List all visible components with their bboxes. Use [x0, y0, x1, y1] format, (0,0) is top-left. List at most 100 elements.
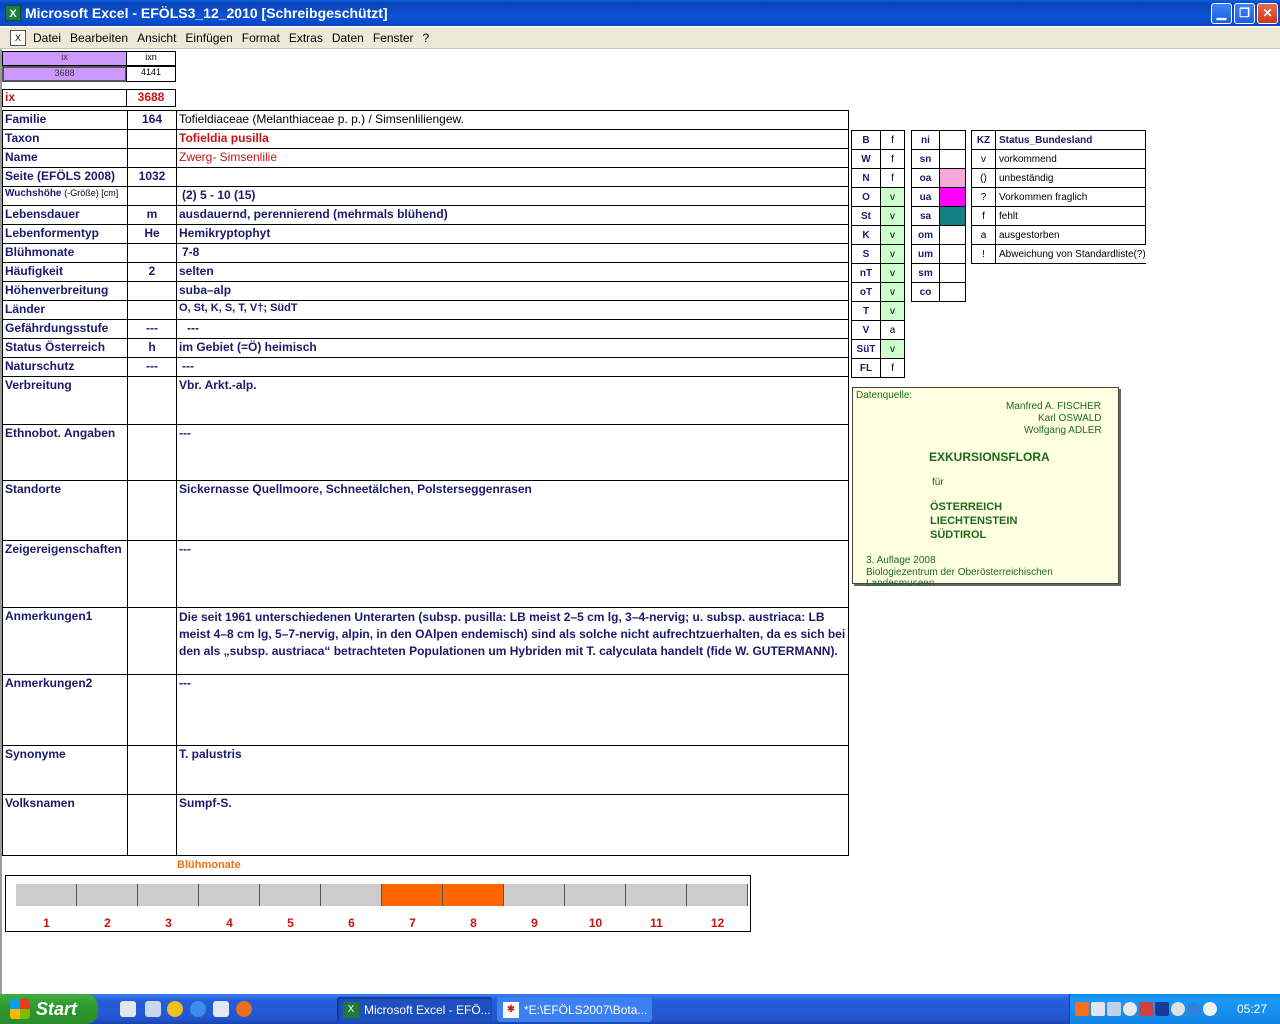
row-number[interactable]: m [127, 205, 177, 225]
altitude-swatch[interactable] [939, 130, 966, 150]
clock[interactable]: 05:27 [1237, 1002, 1267, 1016]
row-label[interactable]: Zeigereigenschaften [2, 540, 128, 608]
bundesland-code[interactable]: T [851, 301, 881, 321]
row-value[interactable]: Sickernasse Quellmoore, Schneetälchen, P… [176, 480, 849, 541]
altitude-swatch[interactable] [939, 149, 966, 169]
bundesland-code[interactable]: nT [851, 263, 881, 283]
bundesland-code[interactable]: St [851, 206, 881, 226]
ix-big-cell[interactable]: 3688 [126, 89, 176, 107]
row-value[interactable] [176, 167, 849, 187]
legend-desc[interactable]: unbeständig [994, 168, 1147, 188]
row-label[interactable]: Häufigkeit [2, 262, 128, 282]
minimize-button[interactable]: ▁ [1211, 3, 1232, 24]
row-label[interactable]: Volksnamen [2, 794, 128, 856]
bundesland-status[interactable]: f [880, 168, 905, 188]
row-label[interactable]: Status Österreich [2, 338, 128, 358]
row-number[interactable] [127, 674, 177, 746]
row-number[interactable]: --- [127, 357, 177, 377]
workbook-icon[interactable]: X [10, 29, 26, 46]
row-value[interactable]: --- [176, 540, 849, 608]
altitude-code[interactable]: sa [911, 206, 940, 226]
row-value[interactable]: Tofieldia pusilla [176, 129, 849, 149]
menu-format[interactable]: Format [242, 31, 280, 45]
bundesland-status[interactable]: v [880, 206, 905, 226]
ixn-value-cell[interactable]: 4141 [126, 66, 176, 82]
row-number[interactable]: 2 [127, 262, 177, 282]
row-value[interactable]: Sumpf-S. [176, 794, 849, 856]
row-number[interactable] [127, 480, 177, 541]
row-label[interactable]: Synonyme [2, 745, 128, 795]
altitude-swatch[interactable] [939, 263, 966, 283]
row-label[interactable]: Naturschutz [2, 357, 128, 377]
bundesland-code[interactable]: K [851, 225, 881, 245]
legend-desc[interactable]: ausgestorben [994, 225, 1147, 245]
bundesland-status[interactable]: f [880, 358, 905, 378]
altitude-code[interactable]: ua [911, 187, 940, 207]
bundesland-status[interactable]: v [880, 301, 905, 321]
altitude-swatch[interactable] [939, 206, 966, 226]
restore-button[interactable]: ❐ [1234, 3, 1255, 24]
bundesland-code[interactable]: SüT [851, 339, 881, 359]
bloom-chart[interactable]: 1 2 3 4 5 6 7 8 9 10 11 12 [5, 875, 751, 932]
altitude-code[interactable]: co [911, 282, 940, 302]
menu-daten[interactable]: Daten [332, 31, 364, 45]
bundesland-status[interactable]: v [880, 225, 905, 245]
menu-datei[interactable]: Datei [33, 31, 61, 45]
bundesland-code[interactable]: B [851, 130, 881, 150]
tray-security-icon[interactable] [1139, 1002, 1153, 1016]
row-number[interactable]: 1032 [127, 167, 177, 187]
row-label[interactable]: Lebensdauer [2, 205, 128, 225]
row-value[interactable]: --- [176, 674, 849, 746]
row-number[interactable] [127, 745, 177, 795]
legend-desc[interactable]: fehlt [994, 206, 1147, 226]
row-label[interactable]: Name [2, 148, 128, 168]
altitude-swatch[interactable] [939, 168, 966, 188]
bundesland-status[interactable]: v [880, 263, 905, 283]
row-label[interactable]: Höhenverbreitung [2, 281, 128, 301]
legend-desc[interactable]: vorkommend [994, 149, 1147, 169]
row-label[interactable]: Taxon [2, 129, 128, 149]
bundesland-status[interactable]: f [880, 149, 905, 169]
tray-assistant-icon[interactable] [1203, 1002, 1217, 1016]
bundesland-code[interactable]: oT [851, 282, 881, 302]
menu-extras[interactable]: Extras [289, 31, 323, 45]
row-number[interactable] [127, 607, 177, 675]
altitude-code[interactable]: sm [911, 263, 940, 283]
row-number[interactable] [127, 540, 177, 608]
row-value[interactable]: Die seit 1961 unterschiedenen Unterarten… [176, 607, 849, 675]
row-label[interactable]: Wuchshöhe (-Größe) [cm] [2, 186, 128, 206]
bundesland-code[interactable]: W [851, 149, 881, 169]
row-value[interactable]: --- [176, 319, 849, 339]
media-player-icon[interactable] [167, 1001, 183, 1017]
row-label[interactable]: Lebenformentyp [2, 224, 128, 244]
legend-kz[interactable]: f [971, 206, 996, 226]
row-value[interactable]: Tofieldiaceae (Melanthiaceae p. p.) / Si… [176, 110, 849, 130]
row-number[interactable] [127, 376, 177, 425]
row-label[interactable]: Seite (EFÖLS 2008) [2, 167, 128, 187]
row-value[interactable]: Zwerg- Simsenlilie [176, 148, 849, 168]
row-value[interactable]: selten [176, 262, 849, 282]
ix-header-cell[interactable]: ix [2, 51, 127, 66]
altitude-code[interactable]: um [911, 244, 940, 264]
row-label[interactable]: Standorte [2, 480, 128, 541]
ixn-header-cell[interactable]: ixn [126, 51, 176, 66]
menu-bearbeiten[interactable]: Bearbeiten [70, 31, 128, 45]
legend-kz[interactable]: v [971, 149, 996, 169]
altitude-code[interactable]: sn [911, 149, 940, 169]
row-value[interactable]: T. palustris [176, 745, 849, 795]
legend-kz[interactable]: () [971, 168, 996, 188]
bundesland-status[interactable]: v [880, 282, 905, 302]
bundesland-status[interactable]: v [880, 187, 905, 207]
data-source-box[interactable]: Datenquelle: Manfred A. FISCHER Karl OSW… [852, 387, 1119, 589]
internet-explorer-icon[interactable] [190, 1001, 206, 1017]
row-label[interactable]: Familie [2, 110, 128, 130]
row-label[interactable]: Verbreitung [2, 376, 128, 425]
row-value[interactable]: (2) 5 - 10 (15) [176, 186, 849, 206]
altitude-code[interactable]: oa [911, 168, 940, 188]
network-icon[interactable] [145, 1001, 161, 1017]
tray-search-icon[interactable] [1123, 1002, 1137, 1016]
row-number[interactable]: 164 [127, 110, 177, 130]
tray-app-icon[interactable] [1075, 1002, 1089, 1016]
row-label[interactable]: Länder [2, 300, 128, 320]
row-value[interactable]: Hemikryptophyt [176, 224, 849, 244]
